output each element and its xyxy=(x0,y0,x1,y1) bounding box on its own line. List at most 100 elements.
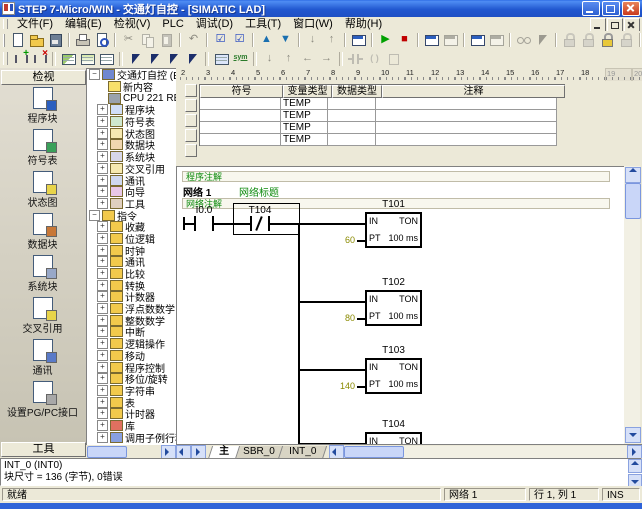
tree-item-12[interactable]: −指令 xyxy=(87,209,177,221)
menu-file[interactable]: 文件(F) xyxy=(11,18,59,31)
mdi-close-button[interactable] xyxy=(624,18,640,32)
tree-item-16[interactable]: +通讯 xyxy=(87,256,177,268)
nc-contact-icon[interactable] xyxy=(250,216,252,231)
collapse-minus-icon[interactable]: − xyxy=(89,210,100,221)
timer-box-T101[interactable]: INTONPT100 ms xyxy=(365,212,422,248)
output-vscrollbar[interactable] xyxy=(628,459,641,485)
tab-INT_0[interactable]: INT_0 xyxy=(278,446,327,459)
collapse-minus-icon[interactable]: − xyxy=(89,69,100,80)
column-header[interactable]: 符号 xyxy=(200,85,283,98)
expand-plus-icon[interactable]: + xyxy=(97,139,108,150)
sidebar-item-cross-reference[interactable]: 交叉引用 xyxy=(0,295,85,337)
tree-item-2[interactable]: CPU 221 REL 01. xyxy=(87,92,177,104)
sidebar-item-symbol-table[interactable]: 符号表 xyxy=(0,127,85,169)
restore-button[interactable] xyxy=(602,1,620,16)
tree-item-26[interactable]: +移位/旋转 xyxy=(87,373,177,385)
table-cell[interactable] xyxy=(376,98,557,110)
column-header[interactable]: 数据类型 xyxy=(332,85,382,98)
scroll-thumb[interactable] xyxy=(87,446,127,458)
tree-item-3[interactable]: +程序块 xyxy=(87,104,177,116)
expand-plus-icon[interactable]: + xyxy=(97,291,108,302)
undo-icon[interactable]: ↶ xyxy=(185,32,202,48)
new-file-icon[interactable] xyxy=(9,32,26,48)
tree-item-7[interactable]: +系统块 xyxy=(87,151,177,163)
expand-plus-icon[interactable]: + xyxy=(97,268,108,279)
expand-plus-icon[interactable]: + xyxy=(97,303,108,314)
program-comment[interactable]: 程序注解 xyxy=(182,171,610,182)
sym-addressing-icon[interactable]: sym xyxy=(232,51,249,67)
tree-item-21[interactable]: +整数数学 xyxy=(87,314,177,326)
timer-box-T103[interactable]: INTONPT100 ms xyxy=(365,358,422,394)
open-file-icon[interactable] xyxy=(28,32,45,48)
tab-主[interactable]: 主 xyxy=(208,446,240,459)
table-cell[interactable] xyxy=(200,122,281,134)
read-all-forced-icon[interactable] xyxy=(618,32,635,48)
menu-edit[interactable]: 编辑(E) xyxy=(59,18,108,31)
compile-all-icon[interactable]: ☑ xyxy=(231,32,248,48)
print-preview-icon[interactable] xyxy=(93,32,110,48)
expand-plus-icon[interactable]: + xyxy=(97,256,108,267)
expand-plus-icon[interactable]: + xyxy=(97,315,108,326)
menu-window[interactable]: 窗口(W) xyxy=(287,18,339,31)
expand-plus-icon[interactable]: + xyxy=(97,116,108,127)
table-cell[interactable] xyxy=(200,110,281,122)
table-cell[interactable]: TEMP xyxy=(281,122,328,134)
pointer-tool-icon[interactable] xyxy=(127,51,144,67)
menu-debug[interactable]: 调试(D) xyxy=(190,18,239,31)
insert-contact-icon[interactable] xyxy=(347,51,364,67)
zoom-out-tool-icon[interactable] xyxy=(165,51,182,67)
expand-plus-icon[interactable]: + xyxy=(97,432,108,443)
expand-plus-icon[interactable]: + xyxy=(97,338,108,349)
tree-hscrollbar[interactable] xyxy=(86,445,176,457)
sort-ascending-icon[interactable]: ↓ xyxy=(304,32,321,48)
tree-item-24[interactable]: +移动 xyxy=(87,350,177,362)
nc-contact-icon[interactable] xyxy=(268,216,270,231)
scroll-up-button[interactable] xyxy=(625,167,641,183)
mdi-restore-button[interactable] xyxy=(607,18,623,32)
tab-scroll-left-button[interactable] xyxy=(176,445,191,459)
expand-plus-icon[interactable]: + xyxy=(97,397,108,408)
table-cell[interactable] xyxy=(200,134,281,146)
expand-plus-icon[interactable]: + xyxy=(97,151,108,162)
line-down-icon[interactable]: ↓ xyxy=(261,51,278,67)
sidebar-item-status-chart[interactable]: 状态图 xyxy=(0,169,85,211)
tree-item-23[interactable]: +逻辑操作 xyxy=(87,338,177,350)
sort-descending-icon[interactable]: ↑ xyxy=(323,32,340,48)
scroll-left-button[interactable] xyxy=(329,445,344,459)
insert-box-icon[interactable] xyxy=(385,51,402,67)
tree-item-20[interactable]: +浮点数数学 xyxy=(87,303,177,315)
table-cell[interactable] xyxy=(200,98,281,110)
tools-bar-header[interactable]: 工具 xyxy=(1,442,86,457)
table-cell[interactable] xyxy=(376,110,557,122)
column-header[interactable]: 注释 xyxy=(382,85,565,98)
tree-item-22[interactable]: +中断 xyxy=(87,326,177,338)
expand-plus-icon[interactable]: + xyxy=(97,280,108,291)
tree-item-30[interactable]: +库 xyxy=(87,420,177,432)
run-icon[interactable]: ▶ xyxy=(377,32,394,48)
print-icon[interactable] xyxy=(74,32,91,48)
upload-icon[interactable]: ▲ xyxy=(258,32,275,48)
network-title[interactable]: 网络标题 xyxy=(239,184,279,199)
table-cell[interactable] xyxy=(376,122,557,134)
paste-icon[interactable] xyxy=(158,32,175,48)
line-up-icon[interactable]: ↑ xyxy=(280,51,297,67)
no-contact-icon[interactable] xyxy=(194,216,196,231)
expand-plus-icon[interactable]: + xyxy=(97,198,108,209)
table-cell[interactable] xyxy=(328,134,376,146)
tree-item-5[interactable]: +状态图 xyxy=(87,127,177,139)
tree-item-19[interactable]: +计数器 xyxy=(87,291,177,303)
chart-status-icon[interactable] xyxy=(469,32,486,48)
table-cell[interactable] xyxy=(328,98,376,110)
sidebar-item-program-block[interactable]: 程序块 xyxy=(0,85,85,127)
sidebar-item-data-block[interactable]: 数据块 xyxy=(0,211,85,253)
copy-icon[interactable] xyxy=(139,32,156,48)
tree-item-14[interactable]: +位逻辑 xyxy=(87,233,177,245)
insert-coil-icon[interactable]: ( ) xyxy=(366,51,383,67)
zoom-in-tool-icon[interactable] xyxy=(146,51,163,67)
expand-plus-icon[interactable]: + xyxy=(97,245,108,256)
tree-item-4[interactable]: +符号表 xyxy=(87,116,177,128)
sidebar-item-system-block[interactable]: 系统块 xyxy=(0,253,85,295)
symbol-table-view-icon[interactable] xyxy=(213,51,230,67)
tree-item-11[interactable]: +工具 xyxy=(87,198,177,210)
tree-item-18[interactable]: +转换 xyxy=(87,279,177,291)
